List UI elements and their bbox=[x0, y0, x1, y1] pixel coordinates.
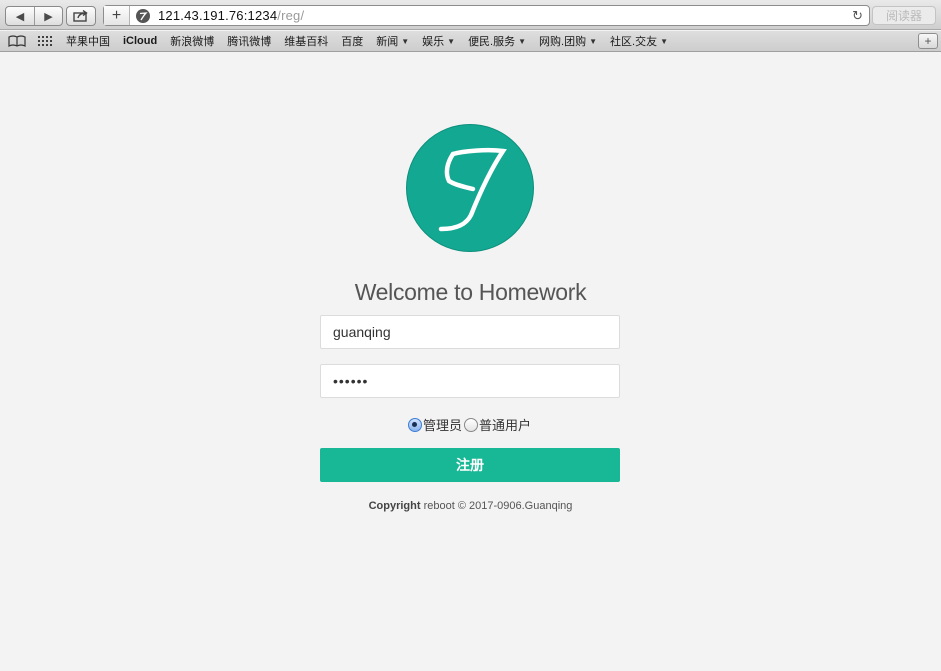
plus-icon: + bbox=[111, 6, 122, 24]
reload-icon[interactable]: ↻ bbox=[852, 8, 863, 24]
footer-text: reboot © 2017-0906.Guanqing bbox=[420, 500, 573, 512]
role-user-label[interactable]: 普通用户 bbox=[479, 415, 531, 434]
reader-button[interactable]: 阅读器 bbox=[872, 6, 936, 25]
bookmark-item[interactable]: 娱乐 ▼ bbox=[422, 33, 455, 49]
password-input[interactable] bbox=[320, 364, 620, 398]
bookmark-item[interactable]: 网购.团购 ▼ bbox=[539, 33, 597, 49]
bookmark-label: 便民.服务 bbox=[468, 36, 516, 48]
site-favicon bbox=[136, 8, 150, 23]
open-book-icon bbox=[8, 35, 26, 47]
bookmark-label: iCloud bbox=[123, 35, 158, 47]
bookmark-item[interactable]: 苹果中国 bbox=[66, 33, 110, 49]
footer-copyright: Copyright reboot © 2017-0906.Guanqing bbox=[0, 500, 941, 512]
register-button[interactable]: 注册 bbox=[320, 448, 620, 482]
chevron-down-icon: ▼ bbox=[518, 36, 527, 46]
bookmark-label: 新闻 bbox=[376, 36, 399, 48]
bookmark-item[interactable]: 新浪微博 bbox=[170, 33, 214, 49]
back-arrow-icon: ◀ bbox=[15, 10, 25, 23]
role-admin-label[interactable]: 管理员 bbox=[423, 415, 462, 434]
logo-mark-icon bbox=[438, 147, 507, 232]
bookmark-item[interactable]: 维基百科 bbox=[284, 33, 328, 49]
address-bar[interactable]: + 121.43.191.76:1234/reg/ ↻ bbox=[103, 5, 870, 26]
chevron-down-icon: ▼ bbox=[401, 36, 410, 46]
bookmark-item[interactable]: 新闻 ▼ bbox=[376, 33, 409, 49]
reader-label: 阅读器 bbox=[885, 9, 922, 23]
share-group bbox=[66, 6, 96, 26]
welcome-title: Welcome to Homework bbox=[354, 279, 587, 305]
bookmark-label: 百度 bbox=[341, 36, 364, 48]
history-nav: ◀ ▶ bbox=[5, 6, 63, 26]
username-input[interactable] bbox=[320, 315, 620, 349]
bookmark-item[interactable]: 社区.交友 ▼ bbox=[610, 33, 668, 49]
new-tab-button[interactable]: + bbox=[918, 33, 938, 49]
share-icon bbox=[73, 10, 88, 22]
bookmark-item[interactable]: iCloud bbox=[123, 33, 157, 49]
chevron-down-icon: ▼ bbox=[660, 36, 669, 46]
share-button[interactable] bbox=[67, 7, 95, 25]
homework-logo bbox=[406, 124, 534, 252]
back-button[interactable]: ◀ bbox=[6, 7, 34, 25]
bookmark-label: 网购.团购 bbox=[539, 36, 587, 48]
bookmark-label: 新浪微博 bbox=[170, 36, 215, 48]
forward-arrow-icon: ▶ bbox=[44, 10, 53, 23]
url-text: 121.43.191.76:1234/reg/ bbox=[158, 8, 304, 23]
top-sites-grid-icon[interactable] bbox=[37, 35, 53, 47]
reading-list-icon[interactable] bbox=[7, 35, 27, 47]
bookmark-item[interactable]: 百度 bbox=[341, 33, 363, 49]
bookmark-list: 苹果中国 iCloud 新浪微博 腾讯微博 维基百科 百度 新闻 ▼ 娱乐 ▼ 便民.服务 ▼ 网购.团… bbox=[53, 33, 668, 49]
bookmark-item[interactable]: 便民.服务 ▼ bbox=[468, 33, 526, 49]
bookmark-label: 娱乐 bbox=[422, 36, 445, 48]
bookmark-label: 腾讯微博 bbox=[227, 36, 272, 48]
footer-copyright-label: Copyright bbox=[368, 500, 421, 512]
bookmark-label: 苹果中国 bbox=[66, 36, 110, 48]
role-admin-radio[interactable] bbox=[407, 417, 422, 432]
role-selector: 管理员 普通用户 bbox=[0, 415, 941, 434]
bookmark-label: 社区.交友 bbox=[610, 36, 658, 48]
browser-toolbar: ◀ ▶ + 121.43.191.76:1234/reg/ ↻ 阅读器 bbox=[0, 0, 941, 30]
bookmark-label: 维基百科 bbox=[284, 36, 329, 48]
bookmarks-bar: 苹果中国 iCloud 新浪微博 腾讯微博 维基百科 百度 新闻 ▼ 娱乐 ▼ 便民.服务 ▼ 网购.团… bbox=[0, 31, 941, 52]
favicon-logo-icon bbox=[139, 11, 148, 20]
chevron-down-icon: ▼ bbox=[447, 36, 456, 46]
forward-button[interactable]: ▶ bbox=[34, 7, 62, 25]
role-user-radio[interactable] bbox=[464, 417, 478, 432]
url-path: /reg/ bbox=[277, 8, 305, 23]
add-bookmark-button[interactable]: + bbox=[104, 6, 130, 25]
plus-icon: + bbox=[924, 34, 932, 48]
chevron-down-icon: ▼ bbox=[589, 36, 598, 46]
bookmark-item[interactable]: 腾讯微博 bbox=[227, 33, 271, 49]
url-host: 121.43.191.76:1234 bbox=[158, 8, 278, 23]
